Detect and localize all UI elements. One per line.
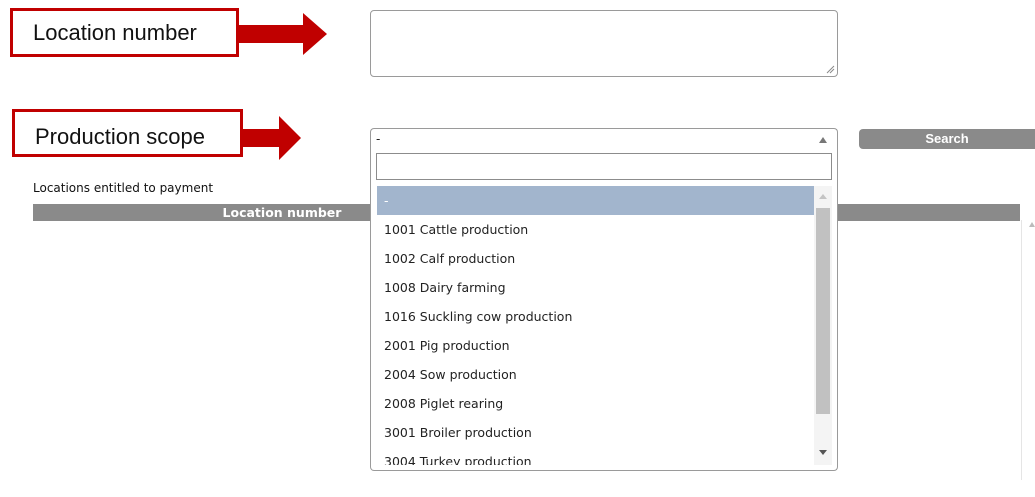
production-scope-select[interactable]: - bbox=[370, 128, 838, 152]
scroll-up-icon[interactable] bbox=[1029, 222, 1035, 227]
location-number-field[interactable] bbox=[370, 10, 838, 77]
dropdown-scrollbar[interactable] bbox=[814, 186, 832, 465]
dropdown-option[interactable]: 3001 Broiler production bbox=[377, 418, 814, 447]
production-scope-selected-value: - bbox=[376, 132, 381, 146]
entitled-locations-label: Locations entitled to payment bbox=[33, 181, 214, 195]
dropdown-options-list: - 1001 Cattle production 1002 Calf produ… bbox=[377, 186, 814, 465]
right-arrow-icon bbox=[243, 116, 301, 160]
location-number-callout-label: Location number bbox=[33, 19, 197, 45]
dropdown-option[interactable]: 1016 Suckling cow production bbox=[377, 302, 814, 331]
location-number-callout: Location number bbox=[10, 8, 239, 57]
right-arrow-icon bbox=[239, 13, 327, 55]
dropdown-option[interactable]: 2001 Pig production bbox=[377, 331, 814, 360]
production-scope-dropdown: - 1001 Cattle production 1002 Calf produ… bbox=[370, 151, 838, 471]
production-scope-callout: Production scope bbox=[12, 109, 243, 157]
dropdown-search-input[interactable] bbox=[376, 153, 832, 180]
dropdown-option[interactable]: 3004 Turkey production bbox=[377, 447, 814, 465]
dropdown-option[interactable]: 1008 Dairy farming bbox=[377, 273, 814, 302]
dropdown-option[interactable]: 2008 Piglet rearing bbox=[377, 389, 814, 418]
production-scope-callout-label: Production scope bbox=[35, 124, 205, 149]
dropdown-option[interactable]: 1001 Cattle production bbox=[377, 215, 814, 244]
caret-up-icon bbox=[819, 137, 827, 143]
page-scrollbar-track[interactable] bbox=[1021, 220, 1022, 480]
dropdown-option[interactable]: - bbox=[377, 186, 814, 215]
dropdown-option[interactable]: 1002 Calf production bbox=[377, 244, 814, 273]
resize-grip-icon[interactable] bbox=[826, 65, 835, 74]
scrollbar-thumb[interactable] bbox=[816, 208, 830, 414]
dropdown-option[interactable]: 2004 Sow production bbox=[377, 360, 814, 389]
scroll-up-icon[interactable] bbox=[819, 194, 827, 199]
search-button[interactable]: Search bbox=[859, 129, 1035, 149]
scroll-down-icon[interactable] bbox=[819, 450, 827, 455]
